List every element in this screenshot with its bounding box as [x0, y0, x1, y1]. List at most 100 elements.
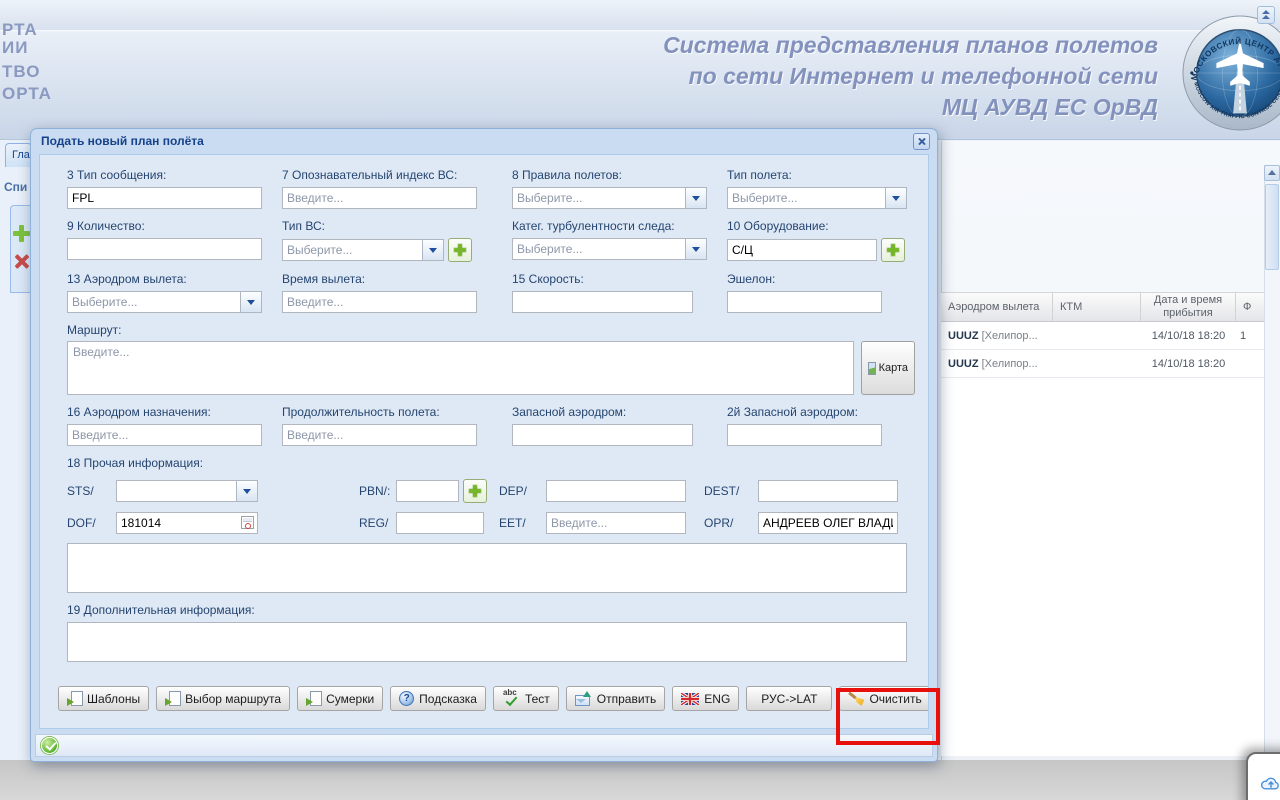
close-icon[interactable]	[913, 133, 930, 150]
field-label: 9 Количество:	[67, 219, 262, 233]
opr-input[interactable]	[758, 512, 898, 534]
plus-icon	[469, 485, 481, 497]
page-title: Система представления планов полетов по …	[663, 30, 1158, 123]
number-input[interactable]	[67, 238, 262, 260]
plus-icon	[454, 244, 466, 256]
equipment-input[interactable]	[727, 239, 877, 261]
tab-main-fragment[interactable]: Гла	[5, 143, 32, 167]
route-textarea[interactable]	[67, 341, 854, 395]
dest-input[interactable]	[758, 480, 898, 502]
pbn-input[interactable]	[396, 480, 459, 502]
flight-rules-select[interactable]	[512, 187, 685, 209]
message-type-input[interactable]	[67, 187, 262, 209]
map-button-label: Карта	[879, 362, 908, 374]
send-button[interactable]: Отправить	[566, 686, 666, 711]
route-select-button[interactable]: Выбор маршрута	[156, 686, 290, 711]
turbulence-category-select[interactable]	[512, 238, 685, 260]
field-label: 16 Аэродром назначения:	[67, 405, 262, 419]
eng-button[interactable]: ENG	[672, 686, 739, 711]
page-title-line: по сети Интернет и телефонной сети	[663, 61, 1158, 92]
dialog-body: 3 Тип сообщения: 7 Опознавательный индек…	[39, 154, 929, 729]
aircraft-id-input[interactable]	[282, 187, 477, 209]
alternate-aerodrome-input[interactable]	[512, 424, 693, 446]
clean-icon	[848, 691, 864, 706]
upload-popup[interactable]	[1246, 752, 1280, 800]
plus-icon	[887, 244, 899, 256]
add-aircraft-type-button[interactable]	[448, 238, 472, 262]
aircraft-type-select[interactable]	[282, 239, 422, 261]
add-pbn-button[interactable]	[463, 479, 487, 503]
field-label: 2й Запасной аэродром:	[727, 405, 907, 419]
field-label: 10 Оборудование:	[727, 219, 907, 233]
header-left-fragment: ТВО	[2, 62, 40, 82]
eet-input[interactable]	[546, 512, 686, 534]
column-header-ktm[interactable]: КТМ	[1053, 293, 1141, 321]
reg-input[interactable]	[396, 512, 484, 534]
scroll-up-icon[interactable]	[1264, 165, 1280, 181]
departure-aerodrome-select[interactable]	[67, 291, 240, 313]
speed-input[interactable]	[512, 291, 693, 313]
test-button[interactable]: Тест	[493, 686, 559, 711]
chevron-down-icon[interactable]	[240, 291, 262, 313]
departure-time-input[interactable]	[282, 291, 477, 313]
rus-lat-button[interactable]: РУС->LAT	[746, 686, 832, 711]
column-header-arrival[interactable]: Дата и время прибытия	[1141, 293, 1236, 321]
header-left-fragment: РТА	[2, 20, 38, 40]
other-info-label: 18 Прочая информация:	[40, 456, 928, 470]
scrollbar-thumb[interactable]	[1265, 184, 1279, 270]
other-info-textarea[interactable]	[67, 543, 907, 593]
additional-info-label: 19 Дополнительная информация:	[40, 603, 928, 617]
destination-aerodrome-input[interactable]	[67, 424, 262, 446]
chevron-down-icon[interactable]	[885, 187, 907, 209]
chevron-down-icon[interactable]	[422, 239, 444, 261]
plans-table-header: Аэродром вылета КТМ Дата и время прибыти…	[941, 292, 1264, 322]
top-band	[0, 0, 1280, 31]
chevron-down-icon[interactable]	[685, 187, 707, 209]
field-label: Тип полета:	[727, 168, 907, 182]
level-input[interactable]	[727, 291, 882, 313]
dof-input[interactable]	[116, 512, 258, 534]
document-icon	[306, 691, 321, 707]
delete-icon[interactable]	[12, 252, 30, 270]
field-label: STS/	[67, 484, 116, 498]
additional-info-textarea[interactable]	[67, 622, 907, 662]
chevron-double-up-icon[interactable]	[1257, 6, 1275, 24]
chevron-down-icon[interactable]	[685, 238, 707, 260]
hint-button[interactable]: Подсказка	[390, 686, 486, 711]
table-row[interactable]: UUUZ [Хелипор... 14/10/18 18:20 1	[941, 322, 1264, 350]
send-icon	[575, 691, 592, 706]
calendar-icon[interactable]	[241, 516, 254, 529]
table-row[interactable]: UUUZ [Хелипор... 14/10/18 18:20	[941, 350, 1264, 378]
field-label: 13 Аэродром вылета:	[67, 272, 262, 286]
twilight-button[interactable]: Сумерки	[297, 686, 383, 711]
sts-select[interactable]	[116, 480, 236, 502]
add-icon[interactable]	[12, 224, 30, 242]
templates-button[interactable]: Шаблоны	[58, 686, 149, 711]
clear-button[interactable]: Очистить	[839, 686, 929, 711]
dep-input[interactable]	[546, 480, 686, 502]
route-label: Маршрут:	[40, 323, 928, 337]
page-title-line: МЦ АУВД ЕС ОрВД	[663, 92, 1158, 123]
uk-flag-icon	[681, 693, 699, 705]
column-header-f[interactable]: Ф	[1236, 293, 1264, 321]
chevron-down-icon[interactable]	[236, 480, 258, 502]
field-label: Продолжительность полета:	[282, 405, 477, 419]
flight-duration-input[interactable]	[282, 424, 477, 446]
column-header-departure[interactable]: Аэродром вылета	[941, 293, 1053, 321]
cell-departure: UUUZ [Хелипор...	[941, 358, 1053, 370]
field-label: Тип ВС:	[282, 219, 477, 233]
mc-auvd-logo: МОСКОВСКИЙ ЦЕНТР АУВД MOSCOW AIR TRAFFIC…	[1181, 14, 1280, 132]
add-equipment-button[interactable]	[881, 238, 905, 262]
success-icon	[41, 737, 58, 754]
help-icon	[399, 691, 414, 706]
cell-arrival: 14/10/18 18:20	[1141, 358, 1236, 370]
second-alternate-aerodrome-input[interactable]	[727, 424, 882, 446]
new-flight-plan-dialog: Подать новый план полёта 3 Тип сообщения…	[30, 128, 938, 762]
field-label: Эшелон:	[727, 272, 907, 286]
flight-type-select[interactable]	[727, 187, 885, 209]
page: РТА ИИ ТВО ОРТА Система представления пл…	[0, 0, 1280, 800]
plans-list-label-fragment: Спи	[4, 180, 27, 194]
map-button[interactable]: Карта	[861, 341, 915, 395]
document-icon	[165, 691, 180, 707]
field-label: REG/	[359, 516, 396, 530]
